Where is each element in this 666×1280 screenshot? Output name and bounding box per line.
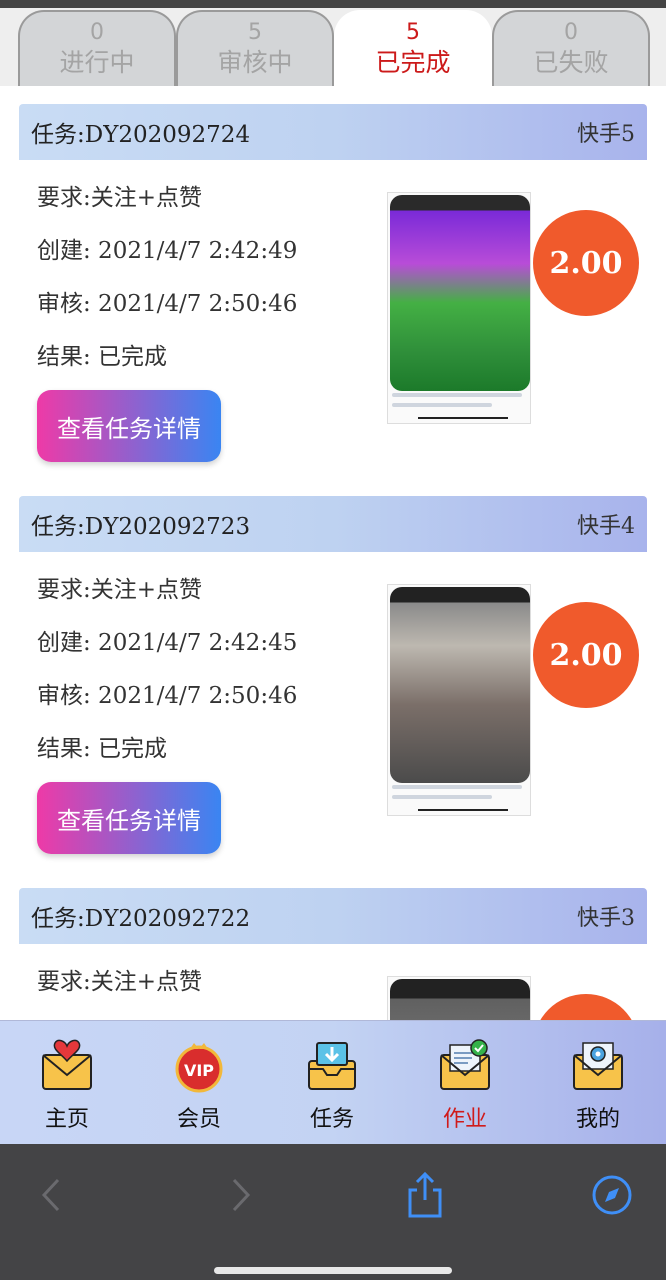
- task-card: 任务:DY202092722 快手3 要求:关注+点赞: [19, 888, 647, 1020]
- reward-amount-badge: 2.00: [533, 602, 639, 708]
- task-card-header: 任务:DY202092722 快手3: [19, 888, 647, 944]
- caption-line: [392, 795, 492, 799]
- task-id: 任务:DY202092722: [31, 906, 251, 932]
- tab-in-progress[interactable]: 0 进行中: [18, 10, 176, 86]
- task-list[interactable]: 任务:DY202092724 快手5 要求:关注+点赞 创建: 2021/4/7…: [0, 86, 666, 1020]
- task-requirement: 要求:关注+点赞: [37, 185, 203, 211]
- task-result: 结果: 已完成: [37, 344, 168, 370]
- view-task-details-button[interactable]: 查看任务详情: [37, 390, 221, 462]
- screenshot-image: [390, 195, 530, 391]
- task-requirement: 要求:关注+点赞: [37, 969, 203, 995]
- nav-home[interactable]: 主页: [17, 1039, 117, 1133]
- caption-line: [392, 393, 522, 397]
- home-bar: [418, 417, 508, 419]
- task-screenshot-thumbnail[interactable]: [387, 192, 531, 424]
- tab-count: 0: [564, 20, 578, 45]
- status-strip: [0, 0, 666, 8]
- forward-arrow-icon[interactable]: [216, 1170, 266, 1220]
- task-card-body: 要求:关注+点赞 创建: 2021/4/7 2:42:49 审核: 2021/4…: [19, 160, 647, 496]
- vip-badge-icon: VIP: [175, 1043, 223, 1093]
- tab-label: 已失败: [533, 48, 609, 77]
- task-reviewed-time: 审核: 2021/4/7 2:50:46: [37, 291, 298, 317]
- task-created-time: 创建: 2021/4/7 2:42:49: [37, 238, 298, 264]
- task-created-time: 创建: 2021/4/7 2:42:45: [37, 630, 298, 656]
- view-task-details-button[interactable]: 查看任务详情: [37, 782, 221, 854]
- status-tabs: 0 进行中 5 审核中 5 已完成 0 已失败: [18, 10, 650, 86]
- task-result: 结果: 已完成: [37, 736, 168, 762]
- compass-icon[interactable]: [587, 1170, 637, 1220]
- bottom-navigation: 主页 VIP 会员 任务 作业 我的: [0, 1020, 666, 1144]
- nav-label: 任务: [309, 1107, 354, 1132]
- download-inbox-icon: [308, 1042, 356, 1090]
- task-platform: 快手3: [577, 906, 635, 931]
- tab-label: 已完成: [375, 48, 451, 77]
- svg-text:VIP: VIP: [184, 1061, 214, 1080]
- nav-label: 主页: [44, 1107, 89, 1132]
- gear-mail-icon: [573, 1042, 623, 1090]
- tab-failed[interactable]: 0 已失败: [492, 10, 650, 86]
- task-card-body: 要求:关注+点赞: [19, 944, 647, 1020]
- task-platform: 快手5: [577, 122, 635, 147]
- nav-mine[interactable]: 我的: [548, 1039, 648, 1133]
- share-icon[interactable]: [400, 1170, 450, 1220]
- home-indicator: [214, 1267, 452, 1274]
- nav-label: 作业: [442, 1107, 487, 1132]
- tab-completed[interactable]: 5 已完成: [334, 10, 492, 86]
- home-bar: [418, 809, 508, 811]
- screenshot-image: [390, 979, 530, 1020]
- task-card: 任务:DY202092724 快手5 要求:关注+点赞 创建: 2021/4/7…: [19, 104, 647, 496]
- task-screenshot-thumbnail[interactable]: [387, 976, 531, 1020]
- back-arrow-icon[interactable]: [26, 1170, 76, 1220]
- tab-count: 0: [90, 20, 104, 45]
- nav-label: 会员: [176, 1107, 221, 1132]
- task-card-header: 任务:DY202092724 快手5: [19, 104, 647, 160]
- tab-count: 5: [406, 20, 420, 45]
- nav-homework[interactable]: 作业: [415, 1039, 515, 1133]
- reward-amount-badge: [533, 994, 639, 1020]
- nav-vip[interactable]: VIP 会员: [149, 1039, 249, 1133]
- task-card-header: 任务:DY202092723 快手4: [19, 496, 647, 552]
- task-requirement: 要求:关注+点赞: [37, 577, 203, 603]
- screenshot-image: [390, 587, 530, 783]
- reward-amount-badge: 2.00: [533, 210, 639, 316]
- tab-label: 进行中: [59, 48, 135, 77]
- caption-line: [392, 785, 522, 789]
- task-reviewed-time: 审核: 2021/4/7 2:50:46: [37, 683, 298, 709]
- tab-count: 5: [248, 20, 262, 45]
- task-id: 任务:DY202092723: [31, 514, 251, 540]
- task-id: 任务:DY202092724: [31, 122, 251, 148]
- nav-label: 我的: [575, 1107, 620, 1132]
- browser-toolbar: [0, 1144, 666, 1280]
- heart-mail-icon: [42, 1039, 92, 1090]
- checked-mail-icon: [440, 1039, 490, 1090]
- tab-label: 审核中: [217, 48, 293, 77]
- task-card-body: 要求:关注+点赞 创建: 2021/4/7 2:42:45 审核: 2021/4…: [19, 552, 647, 888]
- tab-under-review[interactable]: 5 审核中: [176, 10, 334, 86]
- nav-tasks[interactable]: 任务: [282, 1039, 382, 1133]
- task-screenshot-thumbnail[interactable]: [387, 584, 531, 816]
- caption-line: [392, 403, 492, 407]
- task-platform: 快手4: [577, 514, 635, 539]
- task-card: 任务:DY202092723 快手4 要求:关注+点赞 创建: 2021/4/7…: [19, 496, 647, 888]
